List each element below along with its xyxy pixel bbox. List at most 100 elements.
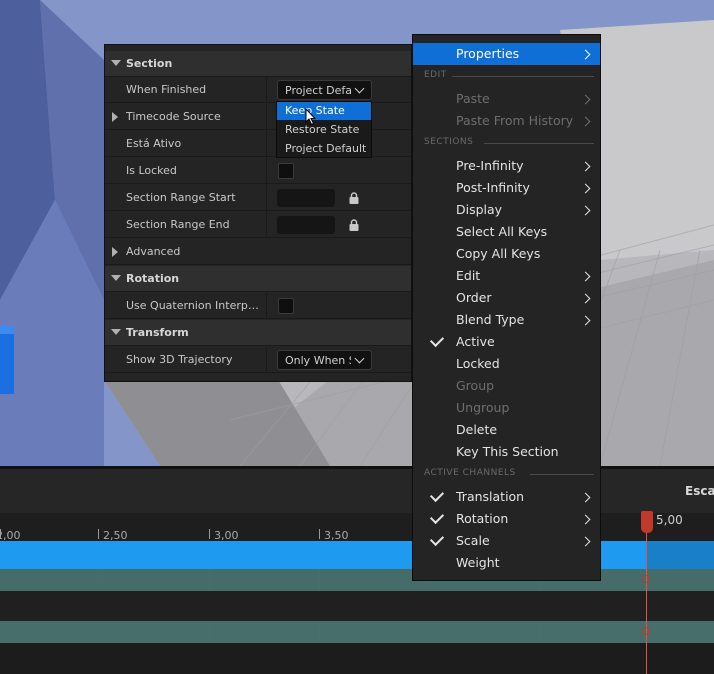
is-locked-checkbox[interactable] bbox=[278, 163, 294, 179]
channel-row-empty bbox=[0, 643, 714, 674]
section-bar[interactable] bbox=[0, 541, 714, 569]
expand-arrow-icon[interactable] bbox=[112, 112, 118, 122]
keyframe[interactable] bbox=[642, 575, 650, 583]
property-section-range-end: Section Range End bbox=[105, 212, 411, 238]
category-label: Section bbox=[126, 57, 173, 70]
menu-item-translation[interactable]: Translation bbox=[413, 486, 600, 508]
submenu-arrow-icon bbox=[580, 293, 591, 304]
menu-item-paste[interactable]: Paste bbox=[413, 88, 600, 110]
property-use-quaternion: Use Quaternion Interpolation bbox=[105, 293, 411, 319]
lock-icon[interactable] bbox=[349, 219, 359, 231]
collapse-arrow-icon[interactable] bbox=[111, 275, 121, 281]
menu-item-display[interactable]: Display bbox=[413, 199, 600, 221]
menu-item-label: Weight bbox=[456, 555, 500, 570]
sequencer-timeline[interactable]: Esca 2,00 2,50 3,00 3,50 5,00 bbox=[0, 466, 714, 674]
property-label: Show 3D Trajectory bbox=[126, 353, 233, 366]
section-header-active-channels: ACTIVE CHANNELS bbox=[424, 466, 594, 482]
checkmark-icon bbox=[429, 509, 445, 525]
menu-item-select-all-keys[interactable]: Select All Keys bbox=[413, 221, 600, 243]
keyframe[interactable] bbox=[642, 627, 650, 635]
channel-row[interactable] bbox=[0, 621, 714, 643]
menu-item-group[interactable]: Group bbox=[413, 375, 600, 397]
collapse-arrow-icon[interactable] bbox=[111, 329, 121, 335]
mouse-cursor-icon bbox=[305, 108, 317, 126]
submenu-arrow-icon bbox=[580, 161, 591, 172]
ruler-tick bbox=[319, 529, 320, 539]
menu-item-label: Properties bbox=[456, 46, 520, 61]
section-bar-end bbox=[646, 541, 714, 569]
menu-item-label: Locked bbox=[456, 356, 500, 371]
channel-row[interactable] bbox=[0, 569, 714, 591]
submenu-arrow-icon bbox=[580, 492, 591, 503]
menu-item-weight[interactable]: Weight bbox=[413, 552, 600, 574]
menu-item-scale[interactable]: Scale bbox=[413, 530, 600, 552]
menu-item-label: Copy All Keys bbox=[456, 246, 541, 261]
combo-value: Project Default bbox=[285, 84, 351, 97]
property-label: Advanced bbox=[126, 245, 181, 258]
menu-item-rotation[interactable]: Rotation bbox=[413, 508, 600, 530]
playhead-line bbox=[646, 513, 647, 674]
menu-item-label: Key This Section bbox=[456, 444, 559, 459]
option-keep-state[interactable]: Keep State bbox=[277, 102, 371, 120]
menu-item-label: Select All Keys bbox=[456, 224, 548, 239]
option-project-default[interactable]: Project Default bbox=[277, 140, 371, 158]
property-label: When Finished bbox=[126, 83, 207, 96]
menu-item-label: Rotation bbox=[456, 511, 509, 526]
ruler-tick bbox=[209, 529, 210, 539]
when-finished-combo[interactable]: Project Default bbox=[277, 80, 372, 100]
menu-item-edit[interactable]: Edit bbox=[413, 265, 600, 287]
submenu-arrow-icon bbox=[580, 514, 591, 525]
category-label: Transform bbox=[126, 326, 189, 339]
submenu-arrow-icon bbox=[580, 205, 591, 216]
submenu-arrow-icon bbox=[580, 183, 591, 194]
menu-item-delete[interactable]: Delete bbox=[413, 419, 600, 441]
category-section[interactable]: Section bbox=[105, 51, 411, 77]
range-start-field[interactable] bbox=[277, 189, 335, 207]
menu-item-key-this-section[interactable]: Key This Section bbox=[413, 441, 600, 463]
menu-item-label: Blend Type bbox=[456, 312, 525, 327]
menu-item-blend-type[interactable]: Blend Type bbox=[413, 309, 600, 331]
property-when-finished: When Finished Project Default bbox=[105, 77, 411, 103]
property-advanced[interactable]: Advanced bbox=[105, 239, 411, 265]
ruler-tick bbox=[98, 529, 99, 539]
category-transform[interactable]: Transform bbox=[105, 320, 411, 346]
property-label: Section Range Start bbox=[126, 191, 236, 204]
section-header-edit: EDIT bbox=[424, 68, 594, 84]
menu-item-label: Paste bbox=[456, 91, 490, 106]
expand-arrow-icon[interactable] bbox=[112, 247, 118, 257]
playhead-handle[interactable] bbox=[641, 511, 653, 533]
menu-item-label: Delete bbox=[456, 422, 498, 437]
time-ruler[interactable]: 2,00 2,50 3,00 3,50 5,00 bbox=[0, 513, 714, 542]
menu-item-active[interactable]: Active bbox=[413, 331, 600, 353]
submenu-arrow-icon bbox=[580, 315, 591, 326]
property-is-locked: Is Locked bbox=[105, 158, 411, 184]
range-end-field[interactable] bbox=[277, 216, 335, 234]
timeline-header-label: Esca bbox=[685, 484, 714, 498]
property-section-range-start: Section Range Start bbox=[105, 185, 411, 211]
menu-item-label: Order bbox=[456, 290, 492, 305]
menu-item-label: Scale bbox=[456, 533, 490, 548]
menu-item-paste-from-history[interactable]: Paste From History bbox=[413, 110, 600, 132]
menu-item-pre-infinity[interactable]: Pre-Infinity bbox=[413, 155, 600, 177]
menu-item-label: Translation bbox=[456, 489, 525, 504]
property-label: Use Quaternion Interpolation bbox=[126, 299, 264, 312]
menu-item-order[interactable]: Order bbox=[413, 287, 600, 309]
menu-item-ungroup[interactable]: Ungroup bbox=[413, 397, 600, 419]
menu-item-label: Edit bbox=[456, 268, 481, 283]
property-label: Is Locked bbox=[126, 164, 177, 177]
submenu-arrow-icon bbox=[580, 116, 591, 127]
lock-icon[interactable] bbox=[349, 192, 359, 204]
trajectory-combo[interactable]: Only When Selected bbox=[277, 350, 372, 370]
menu-item-copy-all-keys[interactable]: Copy All Keys bbox=[413, 243, 600, 265]
submenu-arrow-icon bbox=[580, 271, 591, 282]
option-restore-state[interactable]: Restore State bbox=[277, 121, 371, 139]
collapse-arrow-icon[interactable] bbox=[111, 60, 121, 66]
menu-item-label: Ungroup bbox=[456, 400, 510, 415]
quaternion-checkbox[interactable] bbox=[278, 298, 294, 314]
menu-item-locked[interactable]: Locked bbox=[413, 353, 600, 375]
property-label: Está Ativo bbox=[126, 137, 182, 150]
category-label: Rotation bbox=[126, 272, 180, 285]
category-rotation[interactable]: Rotation bbox=[105, 266, 411, 292]
menu-item-post-infinity[interactable]: Post-Infinity bbox=[413, 177, 600, 199]
menu-item-properties[interactable]: Properties bbox=[413, 43, 600, 65]
